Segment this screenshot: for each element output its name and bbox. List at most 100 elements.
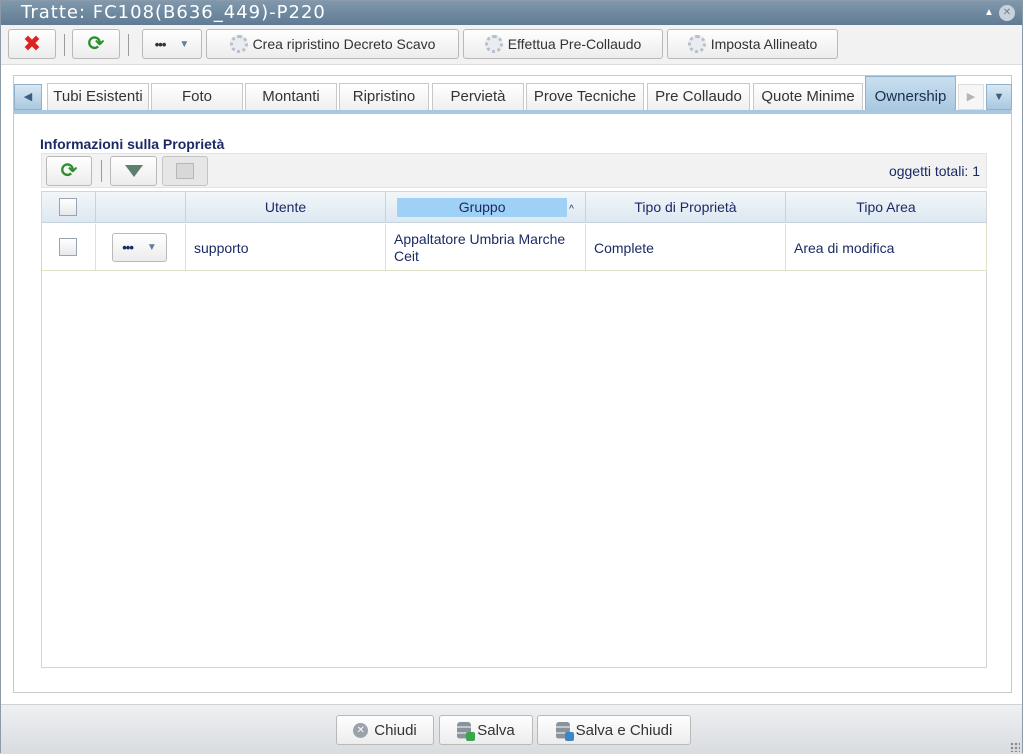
collapse-icon[interactable]: ▲ — [981, 5, 997, 21]
tab-label: Ripristino — [352, 88, 416, 105]
chevron-right-icon: ▶ — [966, 91, 976, 103]
section-title: Informazioni sulla Proprietà — [40, 136, 225, 152]
tab-scroll-left-button[interactable]: ◀ — [14, 84, 42, 110]
export-button[interactable] — [162, 156, 208, 186]
tab-ripristino[interactable]: Ripristino — [339, 83, 429, 110]
select-all-checkbox[interactable] — [59, 198, 77, 216]
grid-toolbar: ⟳ oggetti totali: 1 — [41, 153, 987, 188]
chevron-down-icon: ▼ — [179, 38, 190, 50]
tab-quote-minime[interactable]: Quote Minime — [753, 83, 863, 110]
cell-value: supporto — [194, 239, 249, 256]
tab-label: Montanti — [262, 88, 320, 105]
dialog-window: Tratte: FC108(B636_449)-P220 ▲ ✕ ✖ ⟳ •••… — [0, 0, 1023, 754]
toolbar-separator — [64, 34, 65, 56]
gear-icon — [484, 35, 503, 53]
cell-tipo-proprieta: Complete — [586, 224, 786, 271]
save-database-icon — [457, 721, 476, 741]
salva-label: Salva — [477, 721, 515, 739]
sort-ascending-icon: ^ — [569, 204, 574, 215]
close-window-icon[interactable]: ✕ — [999, 5, 1015, 21]
tab-panel: ◀ Tubi Esistenti Foto Montanti Ripristin… — [13, 75, 1012, 693]
delete-button[interactable]: ✖ — [8, 29, 56, 59]
tab-pre-collaudo[interactable]: Pre Collaudo — [647, 83, 750, 110]
window-title: Tratte: FC108(B636_449)-P220 — [21, 2, 326, 23]
column-header-utente[interactable]: Utente — [186, 192, 386, 223]
actions-header — [96, 192, 186, 223]
gear-icon — [229, 35, 248, 53]
gear-icon — [687, 35, 706, 53]
cell-gruppo: Appaltatore Umbria Marche Ceit — [386, 224, 586, 271]
tab-label: Quote Minime — [761, 88, 855, 105]
tab-pervieta[interactable]: Pervietà — [432, 83, 524, 110]
filter-icon — [124, 165, 143, 177]
imposta-allineato-button[interactable]: Imposta Allineato — [667, 29, 838, 59]
column-label: Tipo Area — [856, 199, 916, 215]
tab-tubi-esistenti[interactable]: Tubi Esistenti — [47, 83, 149, 110]
more-icon: ••• — [154, 36, 167, 52]
column-header-tipo-area[interactable]: Tipo Area — [786, 192, 986, 223]
refresh-button[interactable]: ⟳ — [72, 29, 120, 59]
cell-value: Appaltatore Umbria Marche Ceit — [394, 230, 566, 264]
tab-ownership[interactable]: Ownership — [865, 76, 956, 110]
more-icon: ••• — [122, 240, 134, 255]
chiudi-button[interactable]: ✕ Chiudi — [336, 715, 434, 745]
column-header-gruppo[interactable]: Gruppo ^ — [386, 192, 586, 223]
grid-header: Utente Gruppo ^ Tipo di Proprietà Tipo Ar… — [42, 192, 986, 223]
grid-refresh-button[interactable]: ⟳ — [46, 156, 92, 186]
resize-handle[interactable] — [1010, 742, 1020, 752]
tab-label: Ownership — [874, 88, 947, 105]
column-label: Utente — [264, 199, 307, 215]
table-row[interactable]: ••• ▼ supporto Appaltatore Umbria Marche… — [42, 224, 987, 271]
salva-e-chiudi-label: Salva e Chiudi — [575, 721, 673, 739]
chiudi-label: Chiudi — [374, 721, 417, 739]
dialog-footer: ✕ Chiudi Salva Salva e Chiudi — [1, 704, 1022, 754]
tab-menu-button[interactable]: ▼ — [986, 84, 1012, 110]
more-actions-dropdown[interactable]: ••• ▼ — [142, 29, 202, 59]
tab-strip-base — [14, 110, 1011, 114]
crea-ripristino-button[interactable]: Crea ripristino Decreto Scavo — [206, 29, 459, 59]
column-label: Tipo di Proprietà — [634, 199, 737, 215]
column-header-tipo-proprieta[interactable]: Tipo di Proprietà — [586, 192, 786, 223]
refresh-icon: ⟳ — [60, 160, 78, 182]
salva-e-chiudi-button[interactable]: Salva e Chiudi — [537, 715, 691, 745]
title-bar[interactable]: Tratte: FC108(B636_449)-P220 ▲ ✕ — [1, 1, 1022, 25]
tab-prove-tecniche[interactable]: Prove Tecniche — [526, 83, 644, 110]
select-all-header — [42, 192, 96, 223]
tab-montanti[interactable]: Montanti — [245, 83, 337, 110]
chevron-left-icon: ◀ — [23, 91, 33, 103]
close-icon: ✕ — [353, 722, 369, 738]
toolbar-separator — [101, 160, 102, 182]
refresh-icon: ⟳ — [87, 33, 105, 55]
filter-button[interactable] — [110, 156, 157, 186]
tab-label: Pre Collaudo — [655, 88, 742, 105]
export-icon — [176, 163, 194, 179]
tab-label: Foto — [181, 88, 212, 105]
row-checkbox[interactable] — [59, 238, 77, 256]
imposta-allineato-label: Imposta Allineato — [710, 36, 818, 52]
save-close-database-icon — [555, 721, 574, 741]
tab-foto[interactable]: Foto — [151, 83, 243, 110]
row-actions-dropdown[interactable]: ••• ▼ — [112, 233, 167, 262]
effettua-pre-collaudo-label: Effettua Pre-Collaudo — [507, 36, 642, 52]
tab-scroll-right-button[interactable]: ▶ — [958, 84, 984, 110]
toolbar-separator — [128, 34, 129, 56]
effettua-pre-collaudo-button[interactable]: Effettua Pre-Collaudo — [463, 29, 663, 59]
crea-ripristino-label: Crea ripristino Decreto Scavo — [252, 36, 436, 52]
main-toolbar: ✖ ⟳ ••• ▼ Crea ripristino Decreto Scavo … — [1, 25, 1022, 65]
red-x-icon: ✖ — [22, 31, 42, 56]
tab-label: Tubi Esistenti — [53, 88, 143, 105]
ownership-grid: Utente Gruppo ^ Tipo di Proprietà Tipo Ar… — [41, 191, 987, 668]
salva-button[interactable]: Salva — [439, 715, 533, 745]
chevron-down-icon: ▼ — [993, 91, 1005, 103]
row-select-cell — [42, 224, 96, 271]
tab-label: Prove Tecniche — [533, 88, 637, 105]
chevron-down-icon: ▼ — [146, 242, 157, 253]
row-actions-cell: ••• ▼ — [96, 224, 186, 271]
column-label: Gruppo — [397, 198, 568, 217]
cell-utente: supporto — [186, 224, 386, 271]
cell-value: Area di modifica — [794, 239, 895, 256]
cell-tipo-area: Area di modifica — [786, 224, 987, 271]
cell-value: Complete — [594, 239, 654, 256]
tab-strip: ◀ Tubi Esistenti Foto Montanti Ripristin… — [14, 76, 1012, 114]
total-count: oggetti totali: 1 — [888, 163, 980, 179]
